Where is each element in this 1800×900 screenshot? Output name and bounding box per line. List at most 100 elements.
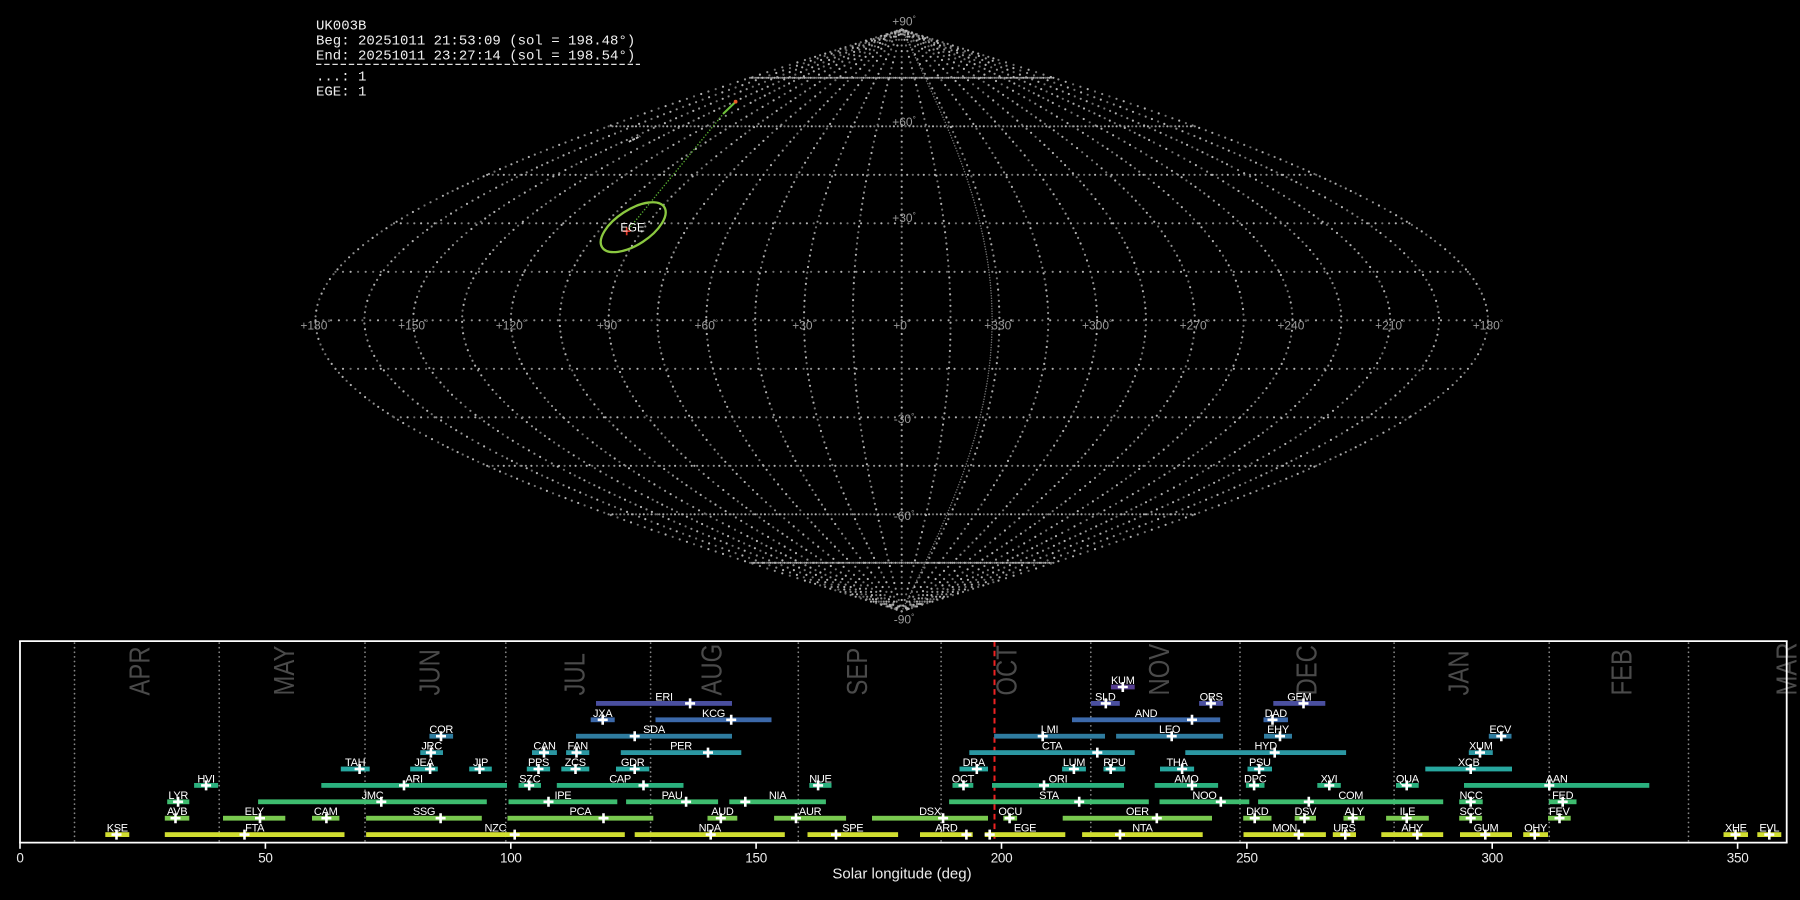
svg-text:OER: OER [1126, 806, 1149, 818]
svg-text:AUR: AUR [799, 806, 822, 818]
svg-text:+300°: +300° [1082, 319, 1112, 333]
svg-text:+180°: +180° [1473, 319, 1503, 333]
svg-text:PCA: PCA [570, 806, 593, 818]
svg-text:GUM: GUM [1474, 823, 1499, 835]
svg-text:CTA: CTA [1042, 741, 1063, 753]
svg-text:350: 350 [1727, 851, 1749, 866]
svg-text:SPE: SPE [842, 823, 863, 835]
svg-text:300: 300 [1481, 851, 1503, 866]
svg-text:ALY: ALY [1345, 806, 1365, 818]
svg-text:XHE: XHE [1725, 823, 1747, 835]
svg-text:AND: AND [1135, 708, 1158, 720]
svg-text:XUM: XUM [1469, 741, 1493, 753]
svg-text:JEA: JEA [414, 757, 434, 769]
svg-text:OHY: OHY [1524, 823, 1548, 835]
svg-text:AUG: AUG [696, 644, 728, 696]
svg-text:EVL: EVL [1759, 823, 1779, 835]
svg-text:DPC: DPC [1244, 773, 1267, 785]
svg-text:THA: THA [1166, 757, 1188, 769]
svg-text:SEP: SEP [841, 648, 873, 696]
svg-text:XVI: XVI [1321, 773, 1338, 785]
svg-text:JXA: JXA [593, 708, 613, 720]
svg-text:+180°: +180° [300, 319, 330, 333]
svg-text:GEM: GEM [1287, 691, 1311, 703]
svg-text:FEV: FEV [1549, 806, 1570, 818]
svg-text:COM: COM [1338, 790, 1363, 802]
svg-text:DEC: DEC [1291, 645, 1323, 695]
svg-text:AUD: AUD [711, 806, 734, 818]
svg-text:EHY: EHY [1267, 724, 1290, 736]
svg-text:DKD: DKD [1246, 806, 1269, 818]
svg-text:FTA: FTA [245, 823, 265, 835]
svg-text:...: 1: ...: 1 [316, 70, 366, 86]
svg-text:PPS: PPS [528, 757, 549, 769]
svg-text:JAN: JAN [1443, 650, 1475, 695]
svg-text:FEB: FEB [1606, 649, 1638, 695]
svg-text:FED: FED [1552, 790, 1573, 802]
svg-text:LYR: LYR [168, 790, 188, 802]
svg-text:AAN: AAN [1546, 773, 1568, 785]
svg-text:GDR: GDR [621, 757, 645, 769]
svg-text:OCU: OCU [998, 806, 1022, 818]
svg-text:+60°: +60° [695, 319, 719, 333]
svg-text:NOO: NOO [1192, 790, 1217, 802]
svg-text:NDA: NDA [699, 823, 722, 835]
svg-text:+330°: +330° [984, 319, 1014, 333]
svg-text:End: 20251011 23:27:14 (sol =: End: 20251011 23:27:14 (sol = 198.54°) [316, 49, 635, 65]
svg-text:+120°: +120° [496, 319, 526, 333]
svg-text:SCC: SCC [1460, 806, 1483, 818]
svg-text:NTA: NTA [1132, 823, 1153, 835]
svg-text:XCB: XCB [1458, 757, 1480, 769]
svg-text:AHY: AHY [1401, 823, 1424, 835]
svg-text:ARD: ARD [935, 823, 958, 835]
svg-text:JUN: JUN [414, 649, 446, 695]
svg-text:CAP: CAP [609, 773, 631, 785]
svg-text:100: 100 [500, 851, 522, 866]
svg-text:KUM: KUM [1111, 675, 1135, 687]
svg-text:ELY: ELY [245, 806, 265, 818]
svg-text:+90°: +90° [597, 319, 621, 333]
svg-text:DRA: DRA [963, 757, 986, 769]
svg-text:DSV: DSV [1294, 806, 1317, 818]
svg-text:NIA: NIA [769, 790, 787, 802]
svg-text:ORS: ORS [1200, 691, 1223, 703]
svg-text:+30°: +30° [892, 211, 916, 225]
svg-text:Beg: 20251011 21:53:09 (sol =: Beg: 20251011 21:53:09 (sol = 198.48°) [316, 34, 635, 50]
svg-text:EGE: EGE [620, 222, 645, 234]
svg-text:+30°: +30° [792, 319, 816, 333]
svg-text:FAN: FAN [567, 741, 588, 753]
svg-text:+240°: +240° [1277, 319, 1307, 333]
svg-text:ZCS: ZCS [565, 757, 586, 769]
svg-text:MAR: MAR [1771, 643, 1800, 696]
svg-text:APR: APR [124, 646, 156, 695]
svg-text:ORI: ORI [1049, 773, 1068, 785]
svg-text:+60°: +60° [892, 115, 916, 129]
svg-text:MAY: MAY [268, 646, 300, 696]
svg-text:OCT: OCT [952, 773, 975, 785]
svg-text:STA: STA [1039, 790, 1060, 802]
svg-text:QUA: QUA [1396, 773, 1420, 785]
svg-text:IPE: IPE [554, 790, 571, 802]
svg-text:SLD: SLD [1095, 691, 1116, 703]
svg-text:UK003B: UK003B [316, 19, 366, 35]
svg-text:JIP: JIP [473, 757, 488, 769]
svg-text:MON: MON [1272, 823, 1297, 835]
svg-text:AMO: AMO [1174, 773, 1199, 785]
svg-text:JUL: JUL [559, 653, 591, 695]
svg-text:KSE: KSE [107, 823, 128, 835]
svg-text:NCC: NCC [1460, 790, 1483, 802]
svg-text:ECV: ECV [1489, 724, 1512, 736]
svg-text:PSU: PSU [1249, 757, 1271, 769]
svg-text:CAM: CAM [314, 806, 338, 818]
svg-text:JMC: JMC [362, 790, 384, 802]
svg-text:NOV: NOV [1143, 643, 1175, 695]
svg-text:200: 200 [991, 851, 1013, 866]
svg-text:AVB: AVB [167, 806, 187, 818]
svg-text:SZC: SZC [519, 773, 540, 785]
svg-text:CAN: CAN [533, 741, 556, 753]
svg-text:HVI: HVI [197, 773, 215, 785]
svg-text:ARI: ARI [405, 773, 423, 785]
svg-text:KCG: KCG [702, 708, 725, 720]
svg-text:150: 150 [745, 851, 767, 866]
svg-text:SDA: SDA [643, 724, 666, 736]
